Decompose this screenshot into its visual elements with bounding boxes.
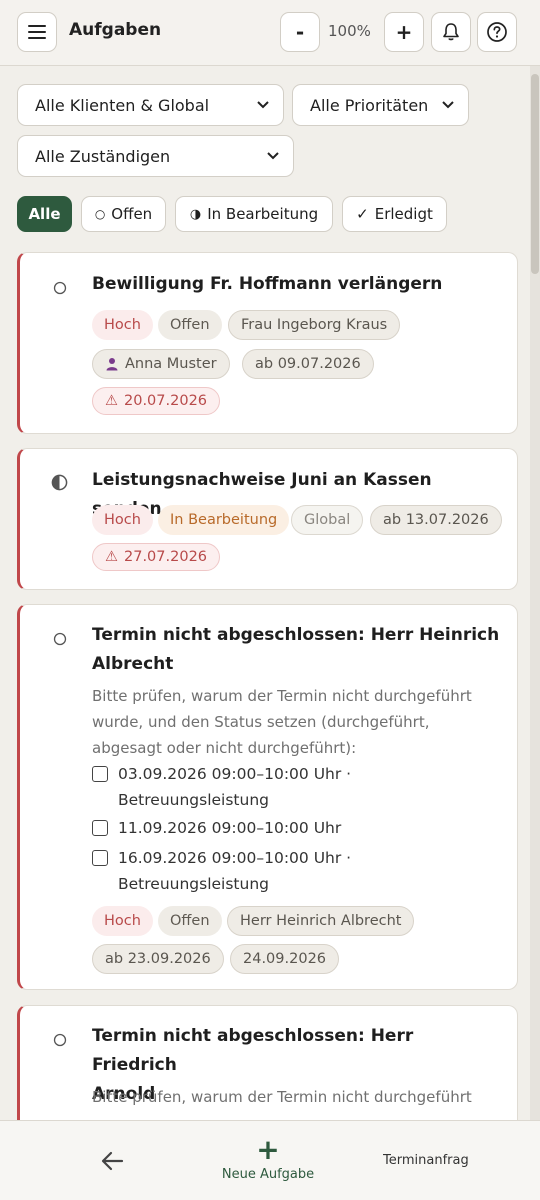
priority-badge: Hoch — [92, 310, 153, 340]
assignee-filter-select[interactable]: Alle Zuständigen — [17, 135, 294, 177]
assignee-name: Anna Muster — [125, 356, 217, 372]
checklist-item[interactable]: 11.09.2026 09:00–10:00 Uhr — [92, 815, 502, 841]
task-card[interactable]: Leistungsnachweise Juni an Kassen senden… — [17, 448, 518, 590]
assignee-filter-value: Alle Zuständigen — [35, 146, 171, 166]
warning-icon: ⚠ — [105, 393, 118, 409]
checklist-text: 11.09.2026 09:00–10:00 Uhr — [118, 815, 498, 841]
hamburger-icon — [28, 25, 46, 39]
client-filter-select[interactable]: Alle Klienten & Global — [17, 84, 284, 126]
chevron-down-icon — [442, 101, 454, 109]
description-line: Bitte prüfen, warum der Termin nicht dur… — [92, 1088, 472, 1106]
person-icon — [106, 358, 118, 371]
priority-badge: Hoch — [92, 906, 153, 936]
checklist-text: 16.09.2026 09:00–10:00 Uhr · Betreuungsl… — [118, 845, 498, 897]
start-date-badge: ab 09.07.2026 — [242, 349, 374, 379]
open-status-icon[interactable] — [53, 632, 67, 646]
tab-all-label: Alle — [28, 205, 61, 223]
task-description: Bitte prüfen, warum der Termin nicht dur… — [92, 683, 502, 761]
task-title[interactable]: Bewilligung Fr. Hoffmann verlängern — [92, 270, 502, 299]
tab-in-progress[interactable]: ◑ In Bearbeitung — [175, 196, 333, 232]
menu-button[interactable] — [17, 12, 57, 52]
bottom-navigation: + Neue Aufgabe Terminanfragen — [0, 1120, 540, 1200]
due-date-badge: ⚠ 20.07.2026 — [92, 387, 221, 415]
description-line: wurde, und den Status setzen (durchgefüh… — [92, 713, 430, 731]
chevron-down-icon — [267, 152, 279, 160]
open-status-icon[interactable] — [53, 1033, 67, 1047]
plus-icon: + — [256, 1133, 280, 1166]
task-card[interactable]: Termin nicht abgeschlossen: Herr Heinric… — [17, 604, 518, 990]
checklist-line: 03.09.2026 09:00–10:00 Uhr · — [118, 765, 352, 783]
task-card[interactable]: Bewilligung Fr. Hoffmann verlängern Hoch… — [17, 252, 518, 434]
chevron-down-icon — [257, 101, 269, 109]
client-badge: Frau Ingeborg Kraus — [228, 310, 401, 340]
status-badge: Offen — [158, 906, 222, 936]
zoom-out-button[interactable]: - — [280, 12, 320, 52]
due-date-badge: 24.09.2026 — [230, 944, 340, 974]
checklist-text: 03.09.2026 09:00–10:00 Uhr · Betreuungsl… — [118, 761, 498, 813]
description-line: abgesagt oder nicht durchgeführt): — [92, 739, 357, 757]
in-progress-status-icon[interactable] — [51, 474, 68, 491]
priority-filter-value: Alle Prioritäten — [310, 95, 429, 115]
checkbox[interactable] — [92, 820, 108, 836]
due-date: 20.07.2026 — [124, 393, 208, 409]
warning-icon: ⚠ — [105, 549, 118, 565]
checklist-line: Betreuungsleistung — [118, 875, 269, 893]
task-title[interactable]: Termin nicht abgeschlossen: Herr Heinric… — [92, 621, 502, 679]
app-header: Aufgaben - 100% + — [0, 0, 540, 66]
priority-badge: Hoch — [92, 505, 153, 535]
help-button[interactable] — [477, 12, 517, 52]
priority-filter-select[interactable]: Alle Prioritäten — [292, 84, 469, 126]
tab-done-label: Erledigt — [374, 205, 433, 223]
page-title: Aufgaben — [69, 20, 162, 40]
checkbox[interactable] — [92, 850, 108, 866]
tab-all[interactable]: Alle — [17, 196, 72, 232]
open-circle-icon: ○ — [94, 207, 106, 221]
new-task-button[interactable]: + Neue Aufgabe — [220, 1133, 316, 1183]
appointment-requests-button[interactable]: Terminanfragen — [383, 1153, 469, 1168]
client-badge: Global — [291, 505, 364, 535]
due-date: 27.07.2026 — [124, 549, 208, 565]
checklist-item[interactable]: 16.09.2026 09:00–10:00 Uhr · Betreuungsl… — [92, 845, 502, 897]
task-title-line: Termin nicht abgeschlossen: Herr Friedri… — [92, 1026, 414, 1075]
tab-in-progress-label: In Bearbeitung — [207, 205, 319, 223]
due-date-badge: ⚠ 27.07.2026 — [92, 543, 221, 571]
checkbox[interactable] — [92, 766, 108, 782]
start-date-badge: ab 13.07.2026 — [370, 505, 502, 535]
zoom-level: 100% — [328, 22, 371, 40]
task-title-line: Albrecht — [92, 654, 174, 674]
half-circle-icon: ◑ — [189, 206, 202, 222]
checkmark-icon: ✓ — [356, 205, 369, 223]
help-icon — [487, 22, 507, 42]
new-task-label: Neue Aufgabe — [221, 1167, 315, 1182]
checklist-item[interactable]: 03.09.2026 09:00–10:00 Uhr · Betreuungsl… — [92, 761, 502, 813]
notifications-button[interactable] — [431, 12, 471, 52]
zoom-out-label: - — [295, 20, 305, 44]
status-badge: In Bearbeitung — [158, 505, 290, 535]
start-date-badge: ab 23.09.2026 — [92, 944, 224, 974]
assignee-badge: Anna Muster — [92, 349, 230, 379]
scrollbar-thumb[interactable] — [531, 74, 539, 274]
client-badge: Herr Heinrich Albrecht — [227, 906, 415, 936]
back-arrow-icon[interactable] — [98, 1148, 128, 1174]
status-badge: Offen — [158, 310, 222, 340]
zoom-in-button[interactable]: + — [384, 12, 424, 52]
checklist-line: Betreuungsleistung — [118, 791, 269, 809]
zoom-in-label: + — [395, 20, 413, 44]
task-title-line: Termin nicht abgeschlossen: Herr Heinric… — [92, 625, 500, 645]
tab-done[interactable]: ✓ Erledigt — [342, 196, 447, 232]
description-line: Bitte prüfen, warum der Termin nicht dur… — [92, 687, 472, 705]
bell-icon — [443, 23, 459, 41]
checklist-line: 16.09.2026 09:00–10:00 Uhr · — [118, 849, 352, 867]
client-filter-value: Alle Klienten & Global — [35, 95, 210, 115]
checklist-line: 11.09.2026 09:00–10:00 Uhr — [118, 819, 342, 837]
tab-open-label: Offen — [111, 205, 153, 223]
tab-open[interactable]: ○ Offen — [81, 196, 166, 232]
open-status-icon[interactable] — [53, 281, 67, 295]
task-description: Bitte prüfen, warum der Termin nicht dur… — [92, 1084, 502, 1110]
